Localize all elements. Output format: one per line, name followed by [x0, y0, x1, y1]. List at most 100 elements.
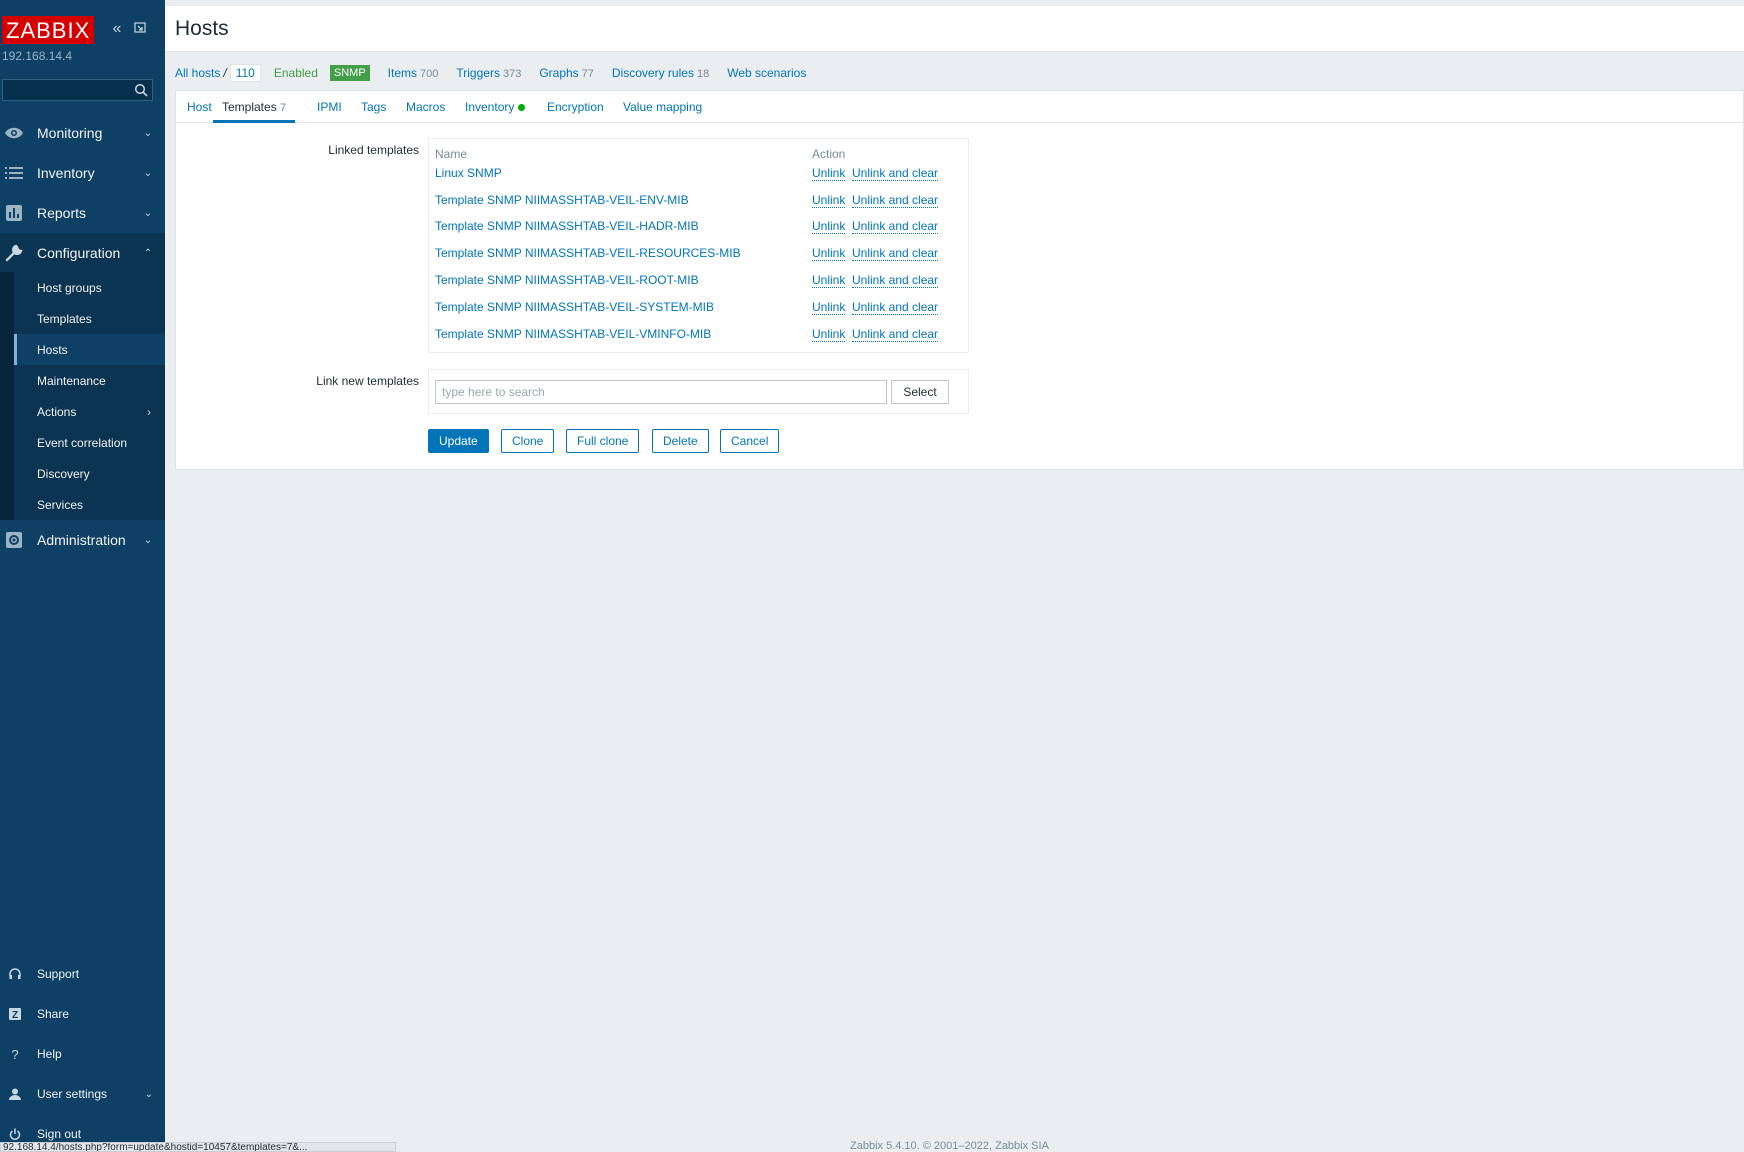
- tab-host[interactable]: Host: [187, 91, 212, 123]
- graphs-link[interactable]: Graphs 77: [539, 66, 594, 80]
- menu-configuration-label: Configuration: [37, 245, 121, 261]
- template-link[interactable]: Template SNMP NIIMASSHTAB-VEIL-SYSTEM-MI…: [435, 300, 714, 314]
- column-header-name: Name: [435, 147, 468, 161]
- template-link[interactable]: Template SNMP NIIMASSHTAB-VEIL-HADR-MIB: [435, 219, 699, 233]
- graphs-label: Graphs: [539, 65, 579, 80]
- user-icon: [7, 1086, 23, 1102]
- linked-templates-table: Name Action Linux SNMP Unlink Unlink and…: [428, 138, 969, 353]
- zabbix-logo[interactable]: ZABBIX: [2, 16, 95, 44]
- unlink-and-clear-button[interactable]: Unlink and clear: [852, 273, 939, 288]
- tab-value-mapping[interactable]: Value mapping: [623, 91, 702, 123]
- host-count-badge[interactable]: 110: [229, 63, 261, 82]
- template-link[interactable]: Template SNMP NIIMASSHTAB-VEIL-ROOT-MIB: [435, 273, 699, 287]
- link-new-templates-label: Link new templates: [316, 374, 419, 388]
- clone-button[interactable]: Clone: [501, 429, 555, 453]
- unlink-button[interactable]: Unlink: [812, 193, 846, 208]
- items-count: 700: [420, 67, 439, 80]
- template-link[interactable]: Template SNMP NIIMASSHTAB-VEIL-RESOURCES…: [435, 246, 741, 260]
- full-clone-button[interactable]: Full clone: [566, 429, 640, 453]
- host-status[interactable]: Enabled: [274, 66, 318, 80]
- unlink-button[interactable]: Unlink: [812, 327, 846, 342]
- snmp-availability-badge: SNMP: [329, 64, 370, 81]
- menu-inventory-label: Inventory: [37, 165, 95, 181]
- tab-macros[interactable]: Macros: [406, 91, 445, 123]
- headset-icon: [7, 966, 23, 982]
- submenu-hosts[interactable]: Hosts: [0, 334, 165, 365]
- unlink-and-clear-button[interactable]: Unlink and clear: [852, 219, 939, 234]
- tab-templates-label: Templates: [222, 100, 277, 114]
- template-link[interactable]: Template SNMP NIIMASSHTAB-VEIL-VMINFO-MI…: [435, 327, 711, 341]
- tab-tags[interactable]: Tags: [361, 91, 386, 123]
- submenu-actions[interactable]: Actions ›: [0, 396, 165, 427]
- tab-inventory[interactable]: Inventory: [465, 91, 526, 123]
- menu-monitoring[interactable]: Monitoring ⌄: [0, 113, 165, 153]
- submenu-discovery[interactable]: Discovery: [0, 458, 165, 489]
- triggers-label: Triggers: [456, 65, 500, 80]
- unlink-and-clear-button[interactable]: Unlink and clear: [852, 246, 939, 261]
- host-form: Host Templates 7 IPMI Tags Macros Invent…: [175, 90, 1744, 470]
- submenu-maintenance[interactable]: Maintenance: [0, 365, 165, 396]
- share-icon: Z: [7, 1006, 23, 1022]
- discovery-rules-link[interactable]: Discovery rules 18: [612, 66, 709, 80]
- submenu-host-groups[interactable]: Host groups: [0, 272, 165, 303]
- unlink-and-clear-button[interactable]: Unlink and clear: [852, 193, 939, 208]
- template-link[interactable]: Linux SNMP: [435, 166, 502, 180]
- unlink-button[interactable]: Unlink: [812, 246, 846, 261]
- search-icon[interactable]: [134, 83, 148, 97]
- tab-templates-count: 7: [280, 102, 287, 114]
- host-tabs: Host Templates 7 IPMI Tags Macros Invent…: [176, 91, 1743, 123]
- menu-administration[interactable]: Administration ⌄: [0, 520, 165, 560]
- menu-support[interactable]: Support: [0, 954, 165, 994]
- unlink-button[interactable]: Unlink: [812, 219, 846, 234]
- chevron-down-icon: ⌄: [143, 534, 153, 546]
- collapse-sidebar-icon[interactable]: «: [108, 20, 126, 38]
- tab-encryption[interactable]: Encryption: [547, 91, 604, 123]
- unlink-and-clear-button[interactable]: Unlink and clear: [852, 166, 939, 181]
- linked-templates-label: Linked templates: [328, 143, 419, 157]
- submenu-templates[interactable]: Templates: [0, 303, 165, 334]
- inventory-status-dot: [518, 104, 526, 112]
- menu-share[interactable]: Z Share: [0, 994, 165, 1034]
- cancel-button[interactable]: Cancel: [720, 429, 780, 453]
- chevron-down-icon: ⌄: [143, 207, 153, 219]
- submenu-services[interactable]: Services: [0, 489, 165, 520]
- items-link[interactable]: Items 700: [388, 66, 439, 80]
- unlink-button[interactable]: Unlink: [812, 273, 846, 288]
- triggers-link[interactable]: Triggers 373: [456, 66, 521, 80]
- browser-status-bar: 92.168.14.4/hosts.php?form=update&hostid…: [0, 1142, 396, 1152]
- update-button[interactable]: Update: [428, 429, 489, 453]
- unlink-and-clear-button[interactable]: Unlink and clear: [852, 327, 939, 342]
- menu-inventory[interactable]: Inventory ⌄: [0, 153, 165, 193]
- menu-help[interactable]: ? Help: [0, 1034, 165, 1074]
- gear-icon: [3, 529, 25, 551]
- column-header-action: Action: [812, 147, 846, 161]
- sidebar-search-input[interactable]: [2, 79, 153, 101]
- kiosk-mode-icon[interactable]: [131, 20, 149, 38]
- items-label: Items: [387, 65, 418, 80]
- menu-user-settings[interactable]: User settings ⌄: [0, 1074, 165, 1114]
- menu-configuration[interactable]: Configuration ⌃: [0, 233, 165, 273]
- share-label: Share: [37, 1007, 70, 1021]
- all-hosts-link[interactable]: All hosts: [175, 66, 220, 80]
- delete-button[interactable]: Delete: [652, 429, 709, 453]
- unlink-and-clear-button[interactable]: Unlink and clear: [852, 300, 939, 315]
- user-settings-label: User settings: [37, 1087, 108, 1101]
- menu-reports[interactable]: Reports ⌄: [0, 193, 165, 233]
- menu-reports-label: Reports: [37, 205, 87, 221]
- template-search-input[interactable]: [435, 380, 887, 404]
- sign-out-label: Sign out: [37, 1127, 82, 1141]
- chevron-down-icon: ⌄: [143, 167, 153, 179]
- unlink-button[interactable]: Unlink: [812, 300, 846, 315]
- submenu-event-correlation[interactable]: Event correlation: [0, 427, 165, 458]
- chevron-down-icon: ⌄: [144, 1088, 153, 1100]
- web-scenarios-link[interactable]: Web scenarios: [727, 66, 806, 80]
- footer-copyright: Zabbix 5.4.10. © 2001–2022, Zabbix SIA: [850, 1140, 1049, 1152]
- tab-templates[interactable]: Templates 7: [213, 91, 296, 123]
- unlink-button[interactable]: Unlink: [812, 166, 846, 181]
- submenu-actions-label: Actions: [37, 404, 77, 419]
- tab-ipmi[interactable]: IPMI: [317, 91, 342, 123]
- select-button[interactable]: Select: [891, 380, 949, 404]
- sidebar: ZABBIX « 192.168.14.4 Monitoring ⌄ Inven…: [0, 0, 165, 1152]
- server-name: 192.168.14.4: [2, 49, 73, 63]
- template-link[interactable]: Template SNMP NIIMASSHTAB-VEIL-ENV-MIB: [435, 193, 689, 207]
